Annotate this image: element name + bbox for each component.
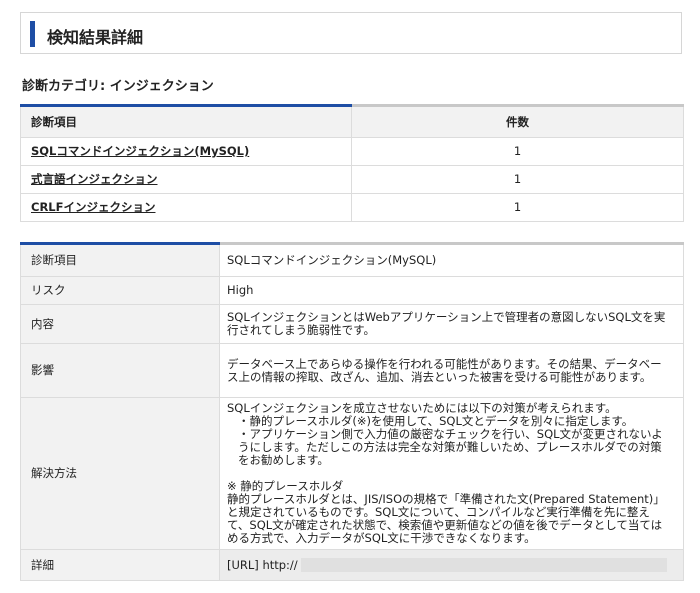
detail-row-item: 診断項目 SQLコマンドインジェクション(MySQL)	[20, 242, 684, 277]
table-row: SQLコマンドインジェクション(MySQL) 1	[20, 137, 684, 166]
detail-row-details: 詳細 [URL] http://	[20, 549, 684, 581]
detail-row-solution: 解決方法 SQLインジェクションを成立させないためには以下の対策が考えられます。…	[20, 397, 684, 550]
solution-note-body: 静的プレースホルダとは、JIS/ISOの規格で「準備された文(Prepared …	[227, 492, 665, 545]
summary-header-count: 件数	[351, 104, 684, 138]
summary-header-row: 診断項目 件数	[20, 104, 684, 138]
detail-value-solution: SQLインジェクションを成立させないためには以下の対策が考えられます。 ・静的プ…	[219, 397, 684, 550]
summary-count: 1	[351, 193, 684, 222]
detail-label-risk: リスク	[20, 276, 220, 305]
detail-label-item: 診断項目	[20, 242, 220, 277]
summary-table: 診断項目 件数 SQLコマンドインジェクション(MySQL) 1 式言語インジェ…	[20, 104, 684, 222]
summary-link-expression-language-injection[interactable]: 式言語インジェクション	[31, 172, 158, 186]
table-row: CRLFインジェクション 1	[20, 193, 684, 222]
title-accent-bar	[30, 21, 35, 47]
detail-table: 診断項目 SQLコマンドインジェクション(MySQL) リスク High 内容 …	[20, 242, 684, 581]
detail-row-content: 内容 SQLインジェクションとはWebアプリケーション上で管理者の意図しないSQ…	[20, 304, 684, 344]
summary-link-crlf-injection[interactable]: CRLFインジェクション	[31, 200, 155, 214]
detail-value-impact: データベース上であらゆる操作を行われる可能性があります。その結果、データベース上…	[219, 343, 684, 398]
redacted-url-mask	[300, 558, 667, 572]
summary-link-sql-injection[interactable]: SQLコマンドインジェクション(MySQL)	[31, 144, 249, 158]
detail-row-impact: 影響 データベース上であらゆる操作を行われる可能性があります。その結果、データベ…	[20, 343, 684, 398]
table-row: 式言語インジェクション 1	[20, 165, 684, 194]
summary-count: 1	[351, 137, 684, 166]
page-title: 検知結果詳細	[47, 28, 144, 47]
detail-label-solution: 解決方法	[20, 397, 220, 550]
detail-url-line: [URL] http://	[227, 558, 667, 572]
detail-row-risk: リスク High	[20, 276, 684, 305]
detail-value-item: SQLコマンドインジェクション(MySQL)	[219, 242, 684, 277]
detail-value-details: [URL] http://	[219, 549, 684, 581]
detail-label-details: 詳細	[20, 549, 220, 581]
detail-value-risk: High	[219, 276, 684, 305]
page-title-box: 検知結果詳細	[20, 12, 682, 54]
detail-value-content: SQLインジェクションとはWebアプリケーション上で管理者の意図しないSQL文を…	[219, 304, 684, 344]
detail-label-impact: 影響	[20, 343, 220, 398]
detail-label-content: 内容	[20, 304, 220, 344]
scan-result-detail-page: 検知結果詳細 診断カテゴリ: インジェクション 診断項目 件数 SQLコマンドイ…	[0, 0, 700, 593]
category-heading: 診断カテゴリ: インジェクション	[22, 79, 214, 94]
detail-url-text: [URL] http://	[227, 557, 298, 572]
summary-count: 1	[351, 165, 684, 194]
summary-header-item: 診断項目	[20, 104, 352, 138]
solution-point-2: ・アプリケーション側で入力値の厳密なチェックを行い、SQL文が変更されないように…	[238, 427, 663, 467]
